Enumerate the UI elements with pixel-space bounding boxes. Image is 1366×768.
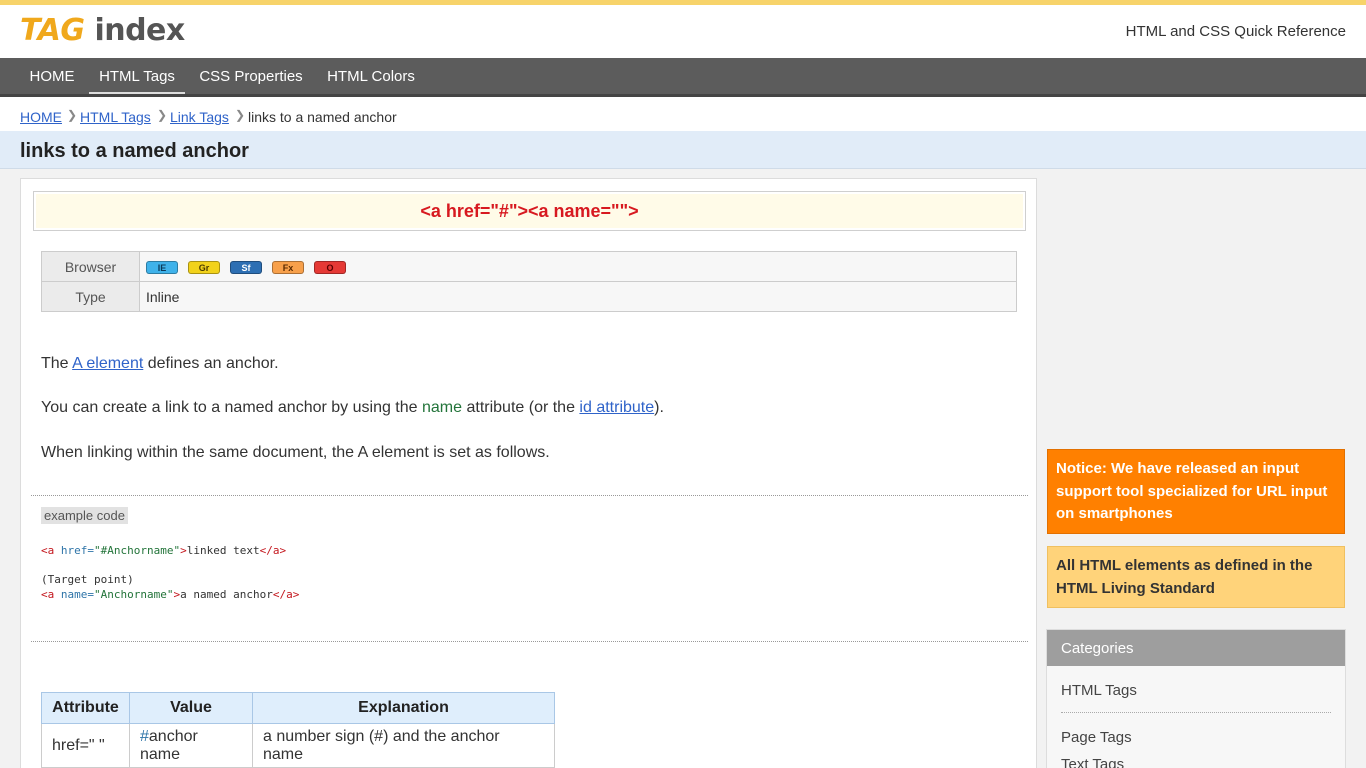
categories-panel: Categories HTML Tags Page Tags Text Tags bbox=[1046, 629, 1346, 768]
breadcrumb-link-html-tags[interactable]: HTML Tags bbox=[80, 109, 151, 125]
code-anchor-text: a named anchor bbox=[180, 587, 273, 601]
attr-header-value: Value bbox=[129, 692, 253, 724]
main-content: <a href="#"><a name=""> Browser IE Gr Sf Fx… bbox=[20, 178, 1037, 768]
type-label: Type bbox=[41, 281, 140, 312]
code-comment: (Target point) bbox=[41, 573, 134, 586]
table-row: href=" " #anchor name a number sign (#) … bbox=[41, 723, 555, 768]
info-table: Browser IE Gr Sf Fx O Type Inline bbox=[41, 251, 1017, 312]
value-rest: anchor name bbox=[140, 727, 198, 763]
value-hash: # bbox=[140, 727, 149, 745]
attr-header-attribute: Attribute bbox=[41, 692, 130, 724]
description-paragraph-1: The A element defines an anchor. bbox=[41, 355, 279, 373]
site-tagline: HTML and CSS Quick Reference bbox=[1125, 23, 1346, 40]
attribute-table: Attribute Value Explanation href=" " #an… bbox=[41, 692, 555, 768]
browser-label: Browser bbox=[41, 251, 140, 282]
breadcrumb-current: links to a named anchor bbox=[248, 109, 397, 125]
notice-url-tool[interactable]: Notice: We have released an input suppor… bbox=[1047, 449, 1345, 534]
code-name-value: Anchorname bbox=[100, 587, 167, 601]
attr-cell-explanation: a number sign (#) and the anchor name bbox=[252, 723, 555, 768]
description-paragraph-3: When linking within the same document, t… bbox=[41, 444, 550, 461]
id-attribute-link[interactable]: id attribute bbox=[579, 399, 654, 416]
name-attribute-text: name bbox=[422, 399, 463, 416]
p2-prefix: You can create a link to a named anchor … bbox=[41, 399, 422, 416]
ie-browser-icon: IE bbox=[146, 261, 178, 275]
p2-suffix: ). bbox=[654, 399, 664, 416]
logo-tag-text: TAG bbox=[20, 13, 85, 48]
divider bbox=[31, 641, 1028, 642]
code-href-value: #Anchorname bbox=[100, 544, 174, 557]
description-paragraph-2: You can create a link to a named anchor … bbox=[41, 399, 664, 417]
logo-index-text: index bbox=[94, 13, 185, 48]
category-html-tags[interactable]: HTML Tags bbox=[1061, 682, 1137, 699]
page-title-bar: links to a named anchor bbox=[0, 131, 1366, 169]
tag-syntax-box: <a href="#"><a name=""> bbox=[33, 191, 1026, 231]
nav-item-home[interactable]: HOME bbox=[20, 58, 84, 94]
notice-living-standard[interactable]: All HTML elements as defined in the HTML… bbox=[1047, 546, 1345, 608]
page-title: links to a named anchor bbox=[20, 140, 249, 162]
category-text-tags[interactable]: Text Tags bbox=[1061, 756, 1124, 768]
chevron-right-icon: ❯ bbox=[235, 108, 246, 122]
p2-middle: attribute (or the bbox=[462, 399, 580, 416]
p1-prefix: The bbox=[41, 355, 73, 372]
nav-item-css-properties[interactable]: CSS Properties bbox=[190, 58, 312, 94]
example-code-label: example code bbox=[41, 507, 128, 524]
nav-item-html-colors[interactable]: HTML Colors bbox=[317, 58, 425, 94]
breadcrumb-link-home[interactable]: HOME bbox=[20, 109, 62, 125]
categories-title: Categories bbox=[1047, 630, 1345, 666]
attr-header-explanation: Explanation bbox=[252, 692, 555, 724]
divider bbox=[31, 495, 1028, 496]
main-nav: HOME HTML Tags CSS Properties HTML Color… bbox=[0, 58, 1366, 97]
attr-cell-attribute: href=" " bbox=[41, 723, 130, 768]
chrome-browser-icon: Gr bbox=[188, 261, 220, 275]
site-header: TAG index HTML and CSS Quick Reference bbox=[0, 5, 1366, 58]
chevron-right-icon: ❯ bbox=[67, 108, 78, 122]
code-link-text: linked text bbox=[186, 544, 260, 557]
opera-browser-icon: O bbox=[314, 261, 346, 275]
example-code-block[interactable]: <a href="#Anchorname">linked text</a> (T… bbox=[41, 544, 299, 602]
chevron-right-icon: ❯ bbox=[157, 108, 168, 122]
safari-browser-icon: Sf bbox=[230, 261, 262, 275]
nav-item-html-tags[interactable]: HTML Tags bbox=[89, 58, 185, 94]
type-value: Inline bbox=[139, 281, 1017, 312]
site-logo[interactable]: TAG index bbox=[20, 13, 185, 48]
breadcrumb: HOME ❯ HTML Tags ❯ Link Tags ❯ links to … bbox=[0, 97, 1366, 131]
tag-syntax: <a href="#"><a name=""> bbox=[420, 201, 639, 221]
category-page-tags[interactable]: Page Tags bbox=[1061, 729, 1132, 746]
p1-suffix: defines an anchor. bbox=[143, 355, 279, 372]
browser-badges: IE Gr Sf Fx O bbox=[139, 251, 1017, 282]
divider bbox=[1061, 712, 1331, 713]
breadcrumb-link-link-tags[interactable]: Link Tags bbox=[170, 109, 229, 125]
firefox-browser-icon: Fx bbox=[272, 261, 304, 275]
attr-cell-value: #anchor name bbox=[129, 723, 253, 768]
a-element-link[interactable]: A element bbox=[72, 355, 143, 372]
